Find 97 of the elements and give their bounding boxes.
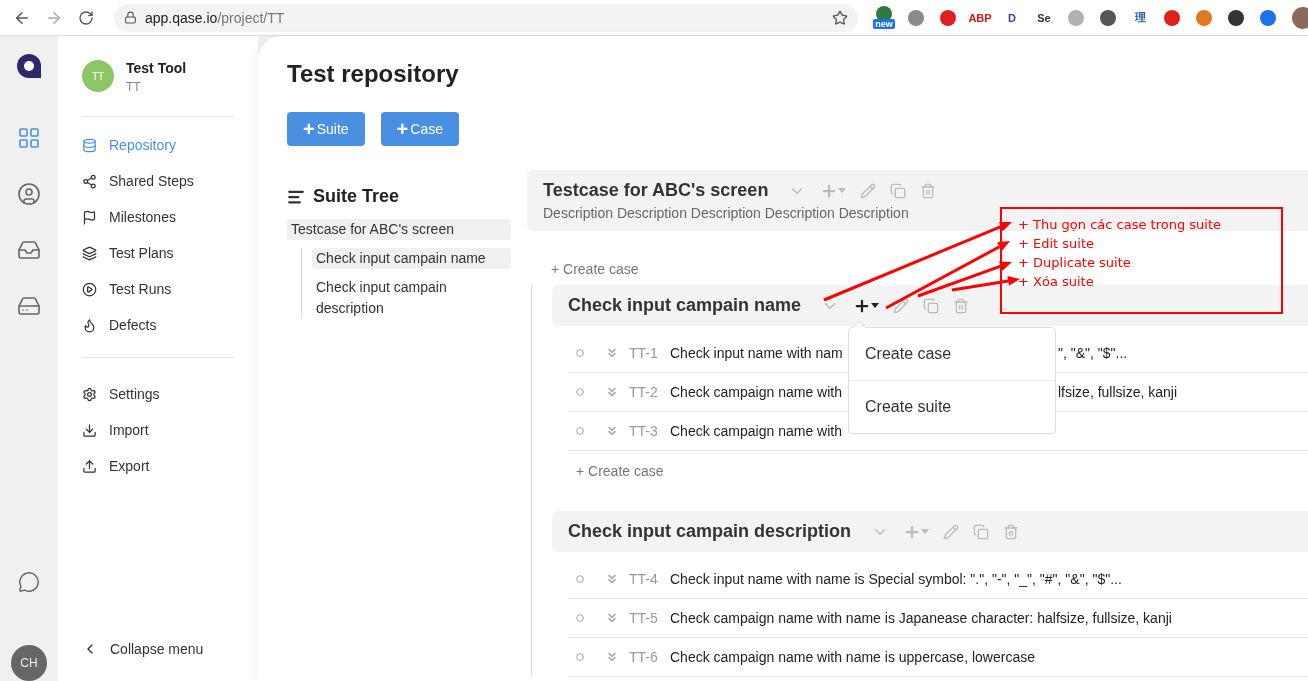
case-title[interactable]: Check input name with nam	[670, 345, 843, 361]
user-avatar[interactable]: CH	[11, 645, 47, 681]
settings-icon	[82, 386, 97, 402]
caret-icon	[838, 188, 847, 193]
edit-icon[interactable]	[893, 297, 910, 314]
extension-icon[interactable]: Se	[1034, 7, 1054, 28]
case-id: TT-4	[629, 571, 659, 587]
layers-icon	[82, 245, 97, 261]
bookmark-star-icon[interactable]	[832, 9, 848, 26]
drive-icon	[17, 294, 41, 318]
double-chevron-icon[interactable]	[605, 346, 619, 360]
annotation-text: + Thu gọn các case trong suite	[1018, 216, 1223, 234]
double-chevron-icon[interactable]	[605, 424, 619, 438]
case-title[interactable]: Check campaign name with name is Japanease character: halfsize, fullsize, kanji	[670, 610, 1172, 626]
page-title: Test repository	[287, 60, 460, 88]
caret-icon	[921, 529, 930, 534]
annotation-text: + Edit suite	[1018, 235, 1096, 253]
trash-icon[interactable]	[1003, 523, 1020, 540]
database-icon	[82, 137, 97, 153]
nav-item[interactable]: Settings	[82, 376, 234, 412]
case-title[interactable]: Check input name with name is Special symbol: ".", "-", "_", "#", "&", "$"...	[670, 571, 1122, 587]
nav-item[interactable]: Import	[82, 412, 234, 448]
download-icon	[82, 422, 97, 438]
profile-avatar[interactable]	[1292, 6, 1308, 29]
annotation-text: + Xóa suite	[1018, 273, 1095, 291]
user-icon	[17, 182, 41, 206]
nav-item[interactable]: Shared Steps	[82, 163, 234, 199]
case-id: TT-5	[629, 610, 659, 626]
trash-icon[interactable]	[953, 297, 970, 314]
case-id: TT-1	[629, 345, 659, 361]
caret-icon	[871, 303, 880, 308]
upload-icon	[82, 458, 97, 474]
lock-icon	[124, 11, 137, 24]
rail-nav-button[interactable]	[17, 238, 41, 262]
suite-title: Check input campain description	[568, 521, 852, 542]
reload-icon	[78, 9, 94, 26]
copy-icon[interactable]	[973, 523, 990, 540]
extension-icon[interactable]: 理	[1130, 7, 1150, 28]
status-circle-icon	[576, 575, 584, 583]
double-chevron-icon[interactable]	[605, 385, 619, 399]
nav-item[interactable]: Defects	[82, 307, 234, 343]
annotation-text: + Duplicate suite	[1018, 254, 1132, 272]
case-id: TT-3	[629, 423, 659, 439]
chat-button[interactable]	[18, 571, 40, 593]
inbox-icon	[17, 238, 41, 262]
nav-item[interactable]: Test Runs	[82, 271, 234, 307]
rail-nav-button[interactable]	[17, 294, 41, 318]
double-chevron-icon[interactable]	[605, 611, 619, 625]
grid-icon	[17, 126, 41, 150]
nav-item[interactable]: Milestones	[82, 199, 234, 235]
status-circle-icon	[576, 653, 584, 661]
case-id: TT-6	[629, 649, 659, 665]
nav-item[interactable]: Test Plans	[82, 235, 234, 271]
case-title[interactable]: ", "&", "$"...	[1058, 345, 1128, 361]
tree-item[interactable]: Testcase for ABC's screen	[287, 219, 511, 240]
nav-item[interactable]: Export	[82, 448, 234, 484]
share-icon	[82, 173, 97, 189]
menu-item[interactable]: Create case	[849, 328, 1055, 380]
play-icon	[82, 281, 97, 297]
tree-item[interactable]: Check input campain description	[312, 277, 511, 319]
status-circle-icon	[576, 349, 584, 357]
menu-item[interactable]: Create suite	[849, 380, 1055, 433]
edit-icon[interactable]	[860, 182, 877, 199]
case-title[interactable]: Check campaign name with	[670, 384, 842, 400]
suite-description: Description Description Description Description Description	[543, 205, 910, 221]
tree-item[interactable]: Check input campain name	[312, 248, 511, 269]
rail-nav-button[interactable]	[17, 126, 41, 150]
create-case-link[interactable]: + Create case	[551, 261, 639, 277]
double-chevron-icon[interactable]	[605, 572, 619, 586]
chat-bubble-icon	[18, 571, 40, 593]
suite-title: Testcase for ABC's screen	[543, 180, 769, 201]
project-code: TT	[126, 80, 142, 94]
status-circle-icon	[576, 427, 584, 435]
address-bar[interactable]: app.qase.io/project/TT	[114, 3, 858, 32]
case-title[interactable]: Check campaign name with	[670, 423, 842, 439]
rail-nav-button[interactable]	[17, 182, 41, 206]
double-chevron-icon[interactable]	[605, 650, 619, 664]
project-avatar: TT	[82, 60, 114, 92]
edit-icon[interactable]	[943, 523, 960, 540]
status-circle-icon	[576, 614, 584, 622]
project-name: Test Tool	[126, 60, 187, 76]
suite-tree-title: Suite Tree	[313, 186, 400, 207]
trash-icon[interactable]	[920, 182, 937, 199]
status-circle-icon	[576, 388, 584, 396]
case-title[interactable]: Check campaign name with name is uppercase, lowercase	[670, 649, 1035, 665]
flag-icon	[82, 209, 97, 225]
case-id: TT-2	[629, 384, 659, 400]
logo-icon[interactable]	[15, 52, 43, 80]
create-case-link[interactable]: + Create case	[576, 463, 664, 479]
copy-icon[interactable]	[923, 297, 940, 314]
copy-icon[interactable]	[890, 182, 907, 199]
case-title[interactable]: lfsize, fullsize, kanji	[1058, 384, 1178, 400]
extension-icon[interactable]: ABP	[970, 7, 990, 28]
collapse-menu-button[interactable]: Collapse menu	[82, 631, 234, 667]
extension-icon[interactable]: D	[1002, 7, 1022, 28]
flame-icon	[82, 317, 97, 333]
suite-title: Check input campain name	[568, 295, 802, 316]
